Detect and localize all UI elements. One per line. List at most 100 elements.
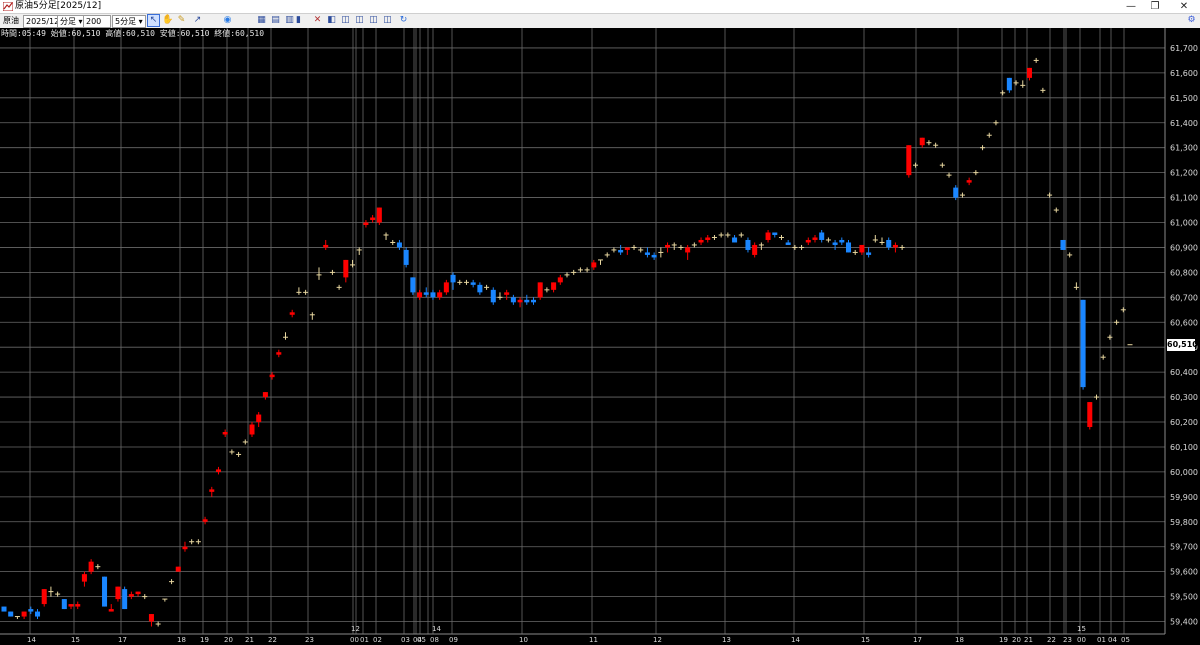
candle-body — [115, 586, 121, 600]
candle — [678, 244, 684, 250]
period-unit-value: 分足 — [60, 17, 76, 26]
refresh-icon[interactable]: ↻ — [398, 15, 409, 26]
candle-body — [557, 277, 563, 283]
time-tick-label: 11 — [589, 636, 598, 644]
timeframe-value: 5分足 — [115, 17, 137, 26]
candle-body — [175, 566, 181, 572]
candle — [980, 145, 986, 151]
bar-count-stepper[interactable]: 200 ⬍ — [83, 15, 111, 37]
candle — [8, 611, 14, 617]
time-tick-label: 22 — [268, 636, 277, 644]
time-tick-label: 02 — [373, 636, 382, 644]
chart-window-3-icon[interactable]: ◫ — [368, 15, 379, 26]
candle-body — [591, 262, 597, 268]
price-tick-label: 60,400 — [1170, 368, 1198, 377]
contract-select[interactable]: 2025/12 — [23, 15, 59, 28]
candle — [484, 284, 490, 290]
candle-body — [61, 599, 67, 610]
chart-window-2-icon[interactable]: ◫ — [354, 15, 365, 26]
candle-body — [21, 611, 27, 617]
chart-toolbar: 原油 2025/12 分足 ▾ 200 ⬍ 5分足 ▾ ↖✋✎↗◉▦▤▥▮✕◧◫… — [0, 14, 1200, 37]
maximize-button[interactable]: ❐ — [1143, 0, 1167, 13]
candle — [75, 601, 81, 610]
candle-body — [135, 591, 141, 595]
timeframe-select[interactable]: 5分足 ▾ — [112, 15, 146, 28]
candle-body — [953, 187, 959, 198]
candle-body — [256, 414, 262, 423]
pencil-icon[interactable]: ✎ — [176, 15, 187, 26]
price-tick-label: 60,600 — [1170, 318, 1198, 327]
candle-body — [819, 232, 825, 240]
price-tick-label: 61,700 — [1170, 44, 1198, 53]
indicator-icon[interactable]: ◧ — [326, 15, 337, 26]
candle-body — [551, 282, 557, 290]
candle — [752, 242, 758, 258]
candle — [799, 244, 805, 250]
candle — [879, 237, 885, 245]
grid-icon[interactable]: ▦ — [256, 15, 267, 26]
price-tick-label: 59,500 — [1170, 593, 1198, 602]
settings-icon[interactable]: ⚙ — [1186, 15, 1197, 26]
time-tick-label: 23 — [305, 636, 314, 644]
time-tick-label: 00 — [1077, 636, 1086, 644]
globe-icon[interactable]: ◉ — [222, 15, 233, 26]
time-tick-label: 19 — [200, 636, 209, 644]
candle — [959, 192, 965, 198]
candle — [182, 541, 188, 552]
candle-body — [886, 239, 892, 248]
candle — [913, 162, 919, 168]
candle — [229, 449, 235, 455]
candle — [718, 232, 724, 238]
line-tool-icon[interactable]: ↗ — [192, 15, 203, 26]
candle — [1013, 80, 1019, 86]
chart-window-4-icon[interactable]: ◫ — [382, 15, 393, 26]
candle-body — [624, 247, 630, 250]
candle — [115, 586, 121, 602]
candle-icon[interactable]: ✕ — [312, 15, 323, 26]
candle — [805, 237, 811, 245]
candle — [812, 234, 818, 243]
candle — [329, 269, 335, 275]
candle-body — [450, 274, 456, 283]
candle-body — [403, 249, 409, 265]
cursor-icon[interactable]: ↖ — [147, 14, 160, 27]
candle — [95, 564, 101, 570]
candle — [122, 586, 128, 610]
time-tick-label: 17 — [118, 636, 127, 644]
chart-area[interactable]: 59,400 59,500 59,600 59,700 59,800 59,900 60,0… — [0, 28, 1200, 645]
candle — [142, 594, 148, 600]
candle — [993, 120, 999, 126]
candle-body — [490, 289, 496, 303]
candle — [1033, 57, 1039, 63]
close-button[interactable]: ✕ — [1172, 0, 1196, 13]
candle — [1107, 334, 1113, 340]
candle — [450, 272, 456, 290]
minimize-button[interactable]: — — [1119, 0, 1143, 13]
candlestick-chart[interactable]: 59,400 59,500 59,600 59,700 59,800 59,900 60,0… — [0, 28, 1200, 645]
price-tick-label: 61,000 — [1170, 219, 1198, 228]
candle — [866, 247, 872, 258]
chart-window-icon[interactable]: ◫ — [340, 15, 351, 26]
bar-chart-icon[interactable]: ▮ — [293, 15, 304, 26]
last-price-tag: 60,510 — [1167, 338, 1198, 351]
price-tick-label: 59,900 — [1170, 493, 1198, 502]
candle — [839, 237, 845, 245]
candle — [584, 267, 590, 273]
candle — [195, 539, 201, 545]
price-tick-label: 61,500 — [1170, 94, 1198, 103]
table-icon[interactable]: ▤ — [270, 15, 281, 26]
candle-body — [410, 277, 416, 293]
candle — [832, 239, 838, 250]
candle — [1, 606, 7, 612]
time-tick-label: 13 — [722, 636, 731, 644]
time-tick-label: 20 — [1012, 636, 1021, 644]
candle — [28, 606, 34, 615]
hand-icon[interactable]: ✋ — [162, 15, 173, 26]
candle — [282, 332, 289, 340]
candle — [443, 279, 449, 295]
time-tick-label: 19 — [999, 636, 1008, 644]
candle-body — [866, 252, 872, 255]
candle-body — [209, 489, 215, 492]
candle — [1100, 354, 1106, 360]
candle — [376, 207, 382, 226]
